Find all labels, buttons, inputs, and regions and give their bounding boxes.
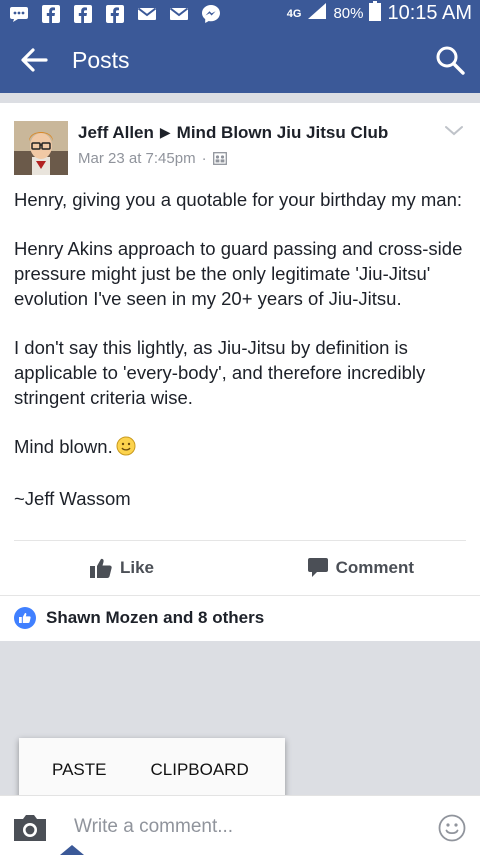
clock: 10:15 AM bbox=[387, 2, 472, 24]
paste-popup: PASTE CLIPBOARD bbox=[19, 738, 285, 802]
battery-percent: 80% bbox=[333, 5, 364, 22]
post-paragraph: Mind blown. bbox=[14, 436, 113, 457]
feed-divider bbox=[0, 93, 480, 103]
post-paragraph: Henry Akins approach to guard passing an… bbox=[14, 238, 463, 309]
avatar[interactable] bbox=[14, 121, 68, 175]
post-body: Henry, giving you a quotable for your bi… bbox=[14, 187, 470, 535]
emoji-icon[interactable] bbox=[438, 814, 466, 842]
author-line: Jeff Allen ▶ Mind Blown Jiu Jitsu Club bbox=[78, 123, 388, 143]
author-name[interactable]: Jeff Allen bbox=[78, 123, 154, 142]
gmail-icon bbox=[168, 5, 190, 23]
reactions-summary[interactable]: Shawn Mozen and 8 others bbox=[14, 607, 264, 629]
paste-button[interactable]: PASTE bbox=[52, 760, 106, 780]
signal-icon bbox=[307, 2, 327, 25]
thumbs-up-icon bbox=[90, 558, 112, 578]
post-paragraph: I don't say this lightly, as Jiu-Jitsu b… bbox=[14, 337, 426, 408]
network-indicator: 4G bbox=[286, 7, 302, 20]
like-reaction-icon bbox=[14, 607, 36, 629]
search-icon bbox=[436, 46, 465, 75]
like-button[interactable]: Like bbox=[0, 541, 252, 595]
text-cursor-handle[interactable] bbox=[60, 845, 84, 855]
gmail-icon bbox=[136, 5, 158, 23]
battery-icon bbox=[369, 1, 382, 26]
meta-separator: · bbox=[201, 150, 207, 167]
search-button[interactable] bbox=[420, 27, 480, 93]
facebook-icon bbox=[40, 4, 62, 23]
chevron-down-icon[interactable] bbox=[442, 121, 466, 141]
post-paragraph-with-emoji: Mind blown. bbox=[14, 434, 470, 462]
system-status: 4G 80% 10:15 AM bbox=[287, 1, 472, 26]
reactions-text: Shawn Mozen and 8 others bbox=[46, 608, 265, 627]
arrow-left-icon bbox=[21, 48, 48, 72]
page-title: Posts bbox=[72, 46, 130, 73]
post-meta: Mar 23 at 7:45pm · bbox=[78, 150, 227, 167]
triangle-right-icon: ▶ bbox=[159, 124, 171, 140]
post-header: Jeff Allen ▶ Mind Blown Jiu Jitsu Club Mar… bbox=[14, 121, 466, 177]
notification-icons bbox=[8, 4, 222, 23]
comment-button[interactable]: Comment bbox=[252, 541, 480, 595]
group-name[interactable]: Mind Blown Jiu Jitsu Club bbox=[177, 123, 389, 142]
like-label: Like bbox=[120, 558, 155, 577]
post-timestamp[interactable]: Mar 23 at 7:45pm bbox=[78, 150, 196, 167]
comment-icon bbox=[307, 558, 328, 577]
post-card: Jeff Allen ▶ Mind Blown Jiu Jitsu Club Mar… bbox=[0, 103, 480, 641]
comment-label: Comment bbox=[335, 558, 414, 577]
post-signature: ~Jeff Wassom bbox=[14, 488, 131, 509]
app-bar: Posts bbox=[0, 27, 480, 93]
back-button[interactable] bbox=[6, 27, 62, 93]
divider bbox=[0, 595, 480, 596]
messenger-icon bbox=[200, 4, 222, 23]
facebook-icon bbox=[72, 4, 94, 23]
app-root: 4G 80% 10:15 AM Posts Jeff Allen ▶ Mind … bbox=[0, 0, 480, 855]
messenger-icon bbox=[8, 5, 30, 23]
status-bar: 4G 80% 10:15 AM bbox=[0, 0, 480, 27]
comment-input[interactable] bbox=[74, 814, 414, 840]
facebook-icon bbox=[104, 4, 126, 23]
post-actions: Like Comment bbox=[0, 541, 480, 595]
group-icon bbox=[212, 152, 227, 165]
post-paragraph: Henry, giving you a quotable for your bi… bbox=[14, 189, 462, 210]
smiley-emoji-icon bbox=[116, 436, 136, 462]
clipboard-button[interactable]: CLIPBOARD bbox=[150, 760, 248, 780]
camera-icon[interactable] bbox=[12, 813, 48, 843]
